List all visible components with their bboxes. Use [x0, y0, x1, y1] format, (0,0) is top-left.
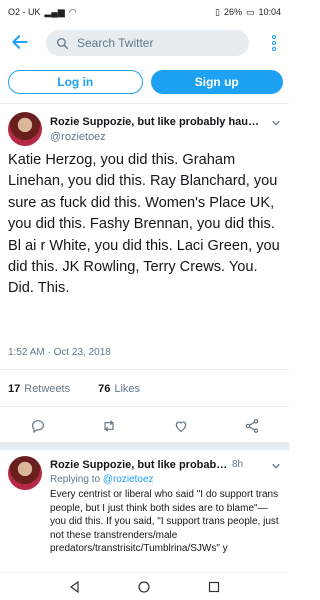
section-divider: [0, 442, 289, 450]
likes-count: 76: [98, 383, 111, 395]
reply-author-name[interactable]: Rozie Suppozie, but like probably ...: [50, 459, 230, 471]
status-bar: O2 - UK ▂▄▆ ◠ ▯ 26% ▭ 10:04: [0, 0, 289, 24]
nav-recents-icon[interactable]: [208, 581, 220, 593]
reply-time: 8h: [232, 459, 244, 470]
clock: 10:04: [258, 7, 281, 17]
reply-text: Every centrist or liberal who said "I do…: [50, 489, 279, 554]
nav-back-icon[interactable]: [69, 580, 81, 593]
signal-icon: ▂▄▆: [44, 6, 65, 17]
avatar[interactable]: [8, 456, 42, 490]
auth-buttons: Log in Sign up: [8, 70, 283, 94]
retweets-count: 17: [8, 383, 21, 395]
wifi-icon: ◠: [68, 6, 77, 17]
share-icon[interactable]: [244, 418, 260, 434]
search-placeholder: Search Twitter: [77, 36, 154, 50]
author-name[interactable]: Rozie Suppozie, but like probably haun..…: [50, 116, 260, 128]
vibrate-icon: ▯: [214, 6, 220, 17]
search-icon: [56, 37, 69, 49]
like-icon[interactable]: [173, 418, 189, 434]
avatar[interactable]: [8, 112, 42, 146]
replying-prefix: Replying to: [50, 474, 103, 485]
author-handle[interactable]: @rozietoez: [50, 131, 106, 143]
more-icon[interactable]: [271, 35, 277, 51]
retweets-stat[interactable]: 17 Retweets: [8, 383, 70, 395]
tweet-actions: [30, 418, 260, 434]
search-input[interactable]: Search Twitter: [46, 30, 249, 56]
replying-to: Replying to @rozietoez: [50, 474, 154, 485]
system-nav-bar: [0, 572, 289, 600]
divider: [0, 103, 289, 104]
tweet-stats: 17 Retweets 76 Likes: [8, 383, 140, 395]
reply-icon[interactable]: [30, 418, 46, 434]
retweets-label: Retweets: [24, 383, 71, 395]
caret-down-icon[interactable]: [271, 461, 281, 471]
signup-button[interactable]: Sign up: [150, 70, 283, 94]
likes-label: Likes: [114, 383, 141, 395]
tweet-timestamp: 1:52 AM · Oct 23, 2018: [8, 347, 111, 358]
tweet-text: Katie Herzog, you did this. Graham Lineh…: [8, 152, 280, 297]
replying-handle-link[interactable]: @rozietoez: [103, 474, 154, 485]
likes-stat[interactable]: 76 Likes: [98, 383, 140, 395]
tweet-header: Rozie Suppozie, but like probably haun..…: [8, 112, 283, 152]
caret-down-icon[interactable]: [271, 118, 281, 128]
retweet-icon[interactable]: [101, 418, 117, 434]
top-bar: Search Twitter: [0, 24, 289, 62]
back-arrow-icon[interactable]: [10, 32, 30, 52]
divider: [0, 406, 289, 407]
divider: [0, 369, 289, 370]
battery-percent: 26%: [223, 7, 242, 17]
login-button[interactable]: Log in: [8, 70, 143, 94]
battery-icon: ▭: [245, 6, 255, 17]
nav-home-icon[interactable]: [138, 580, 151, 593]
carrier-label: O2 - UK: [8, 7, 41, 17]
